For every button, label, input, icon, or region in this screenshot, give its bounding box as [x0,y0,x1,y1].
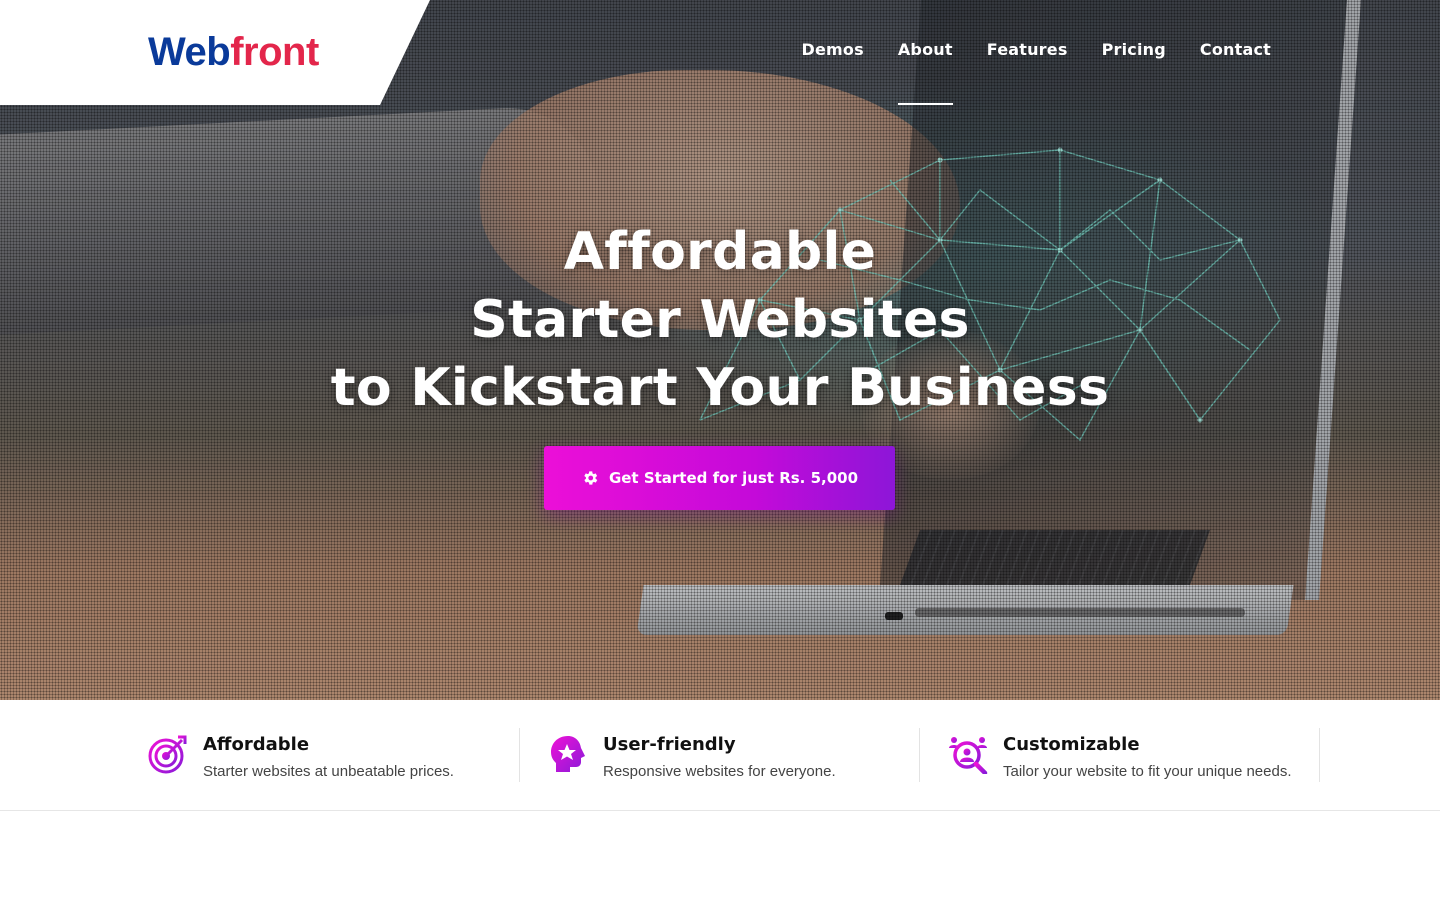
logo-part-web: Web [148,30,231,74]
feature-user-friendly: User-friendly Responsive websites for ev… [520,728,920,782]
feature-description: Tailor your website to fit your unique n… [1003,763,1292,780]
target-icon [148,735,187,774]
nav-item-features[interactable]: Features [987,40,1068,105]
logo-part-front: front [230,30,319,74]
search-person-icon [949,737,988,774]
feature-title: User-friendly [603,734,736,755]
logo[interactable]: Webfront [148,30,319,75]
features-strip: Affordable Starter websites at unbeatabl… [0,700,1440,811]
feature-description: Starter websites at unbeatable prices. [203,763,454,780]
nav-item-pricing[interactable]: Pricing [1102,40,1166,105]
nav-item-contact[interactable]: Contact [1200,40,1271,105]
feature-customizable: Customizable Tailor your website to fit … [920,728,1320,782]
get-started-label: Get Started for just Rs. 5,000 [608,469,859,487]
hero-headline-line-1: Affordable [563,222,877,282]
feature-description: Responsive websites for everyone. [603,763,836,780]
main-nav: Demos About Features Pricing Contact [802,40,1271,105]
hero-headline: Affordable Starter Websites to Kickstart… [0,218,1440,422]
hero-headline-line-3: to Kickstart Your Business [330,358,1110,418]
feature-title: Affordable [203,734,310,755]
feature-affordable: Affordable Starter websites at unbeatabl… [120,728,520,782]
gear-icon [584,471,598,485]
header-logo-panel: Webfront [0,0,430,105]
nav-item-about[interactable]: About [897,40,953,105]
hero-headline-line-2: Starter Websites [470,290,970,350]
nav-item-demos[interactable]: Demos [802,40,864,105]
get-started-button[interactable]: Get Started for just Rs. 5,000 [544,446,895,510]
head-star-icon [551,736,585,772]
feature-title: Customizable [1003,734,1140,755]
